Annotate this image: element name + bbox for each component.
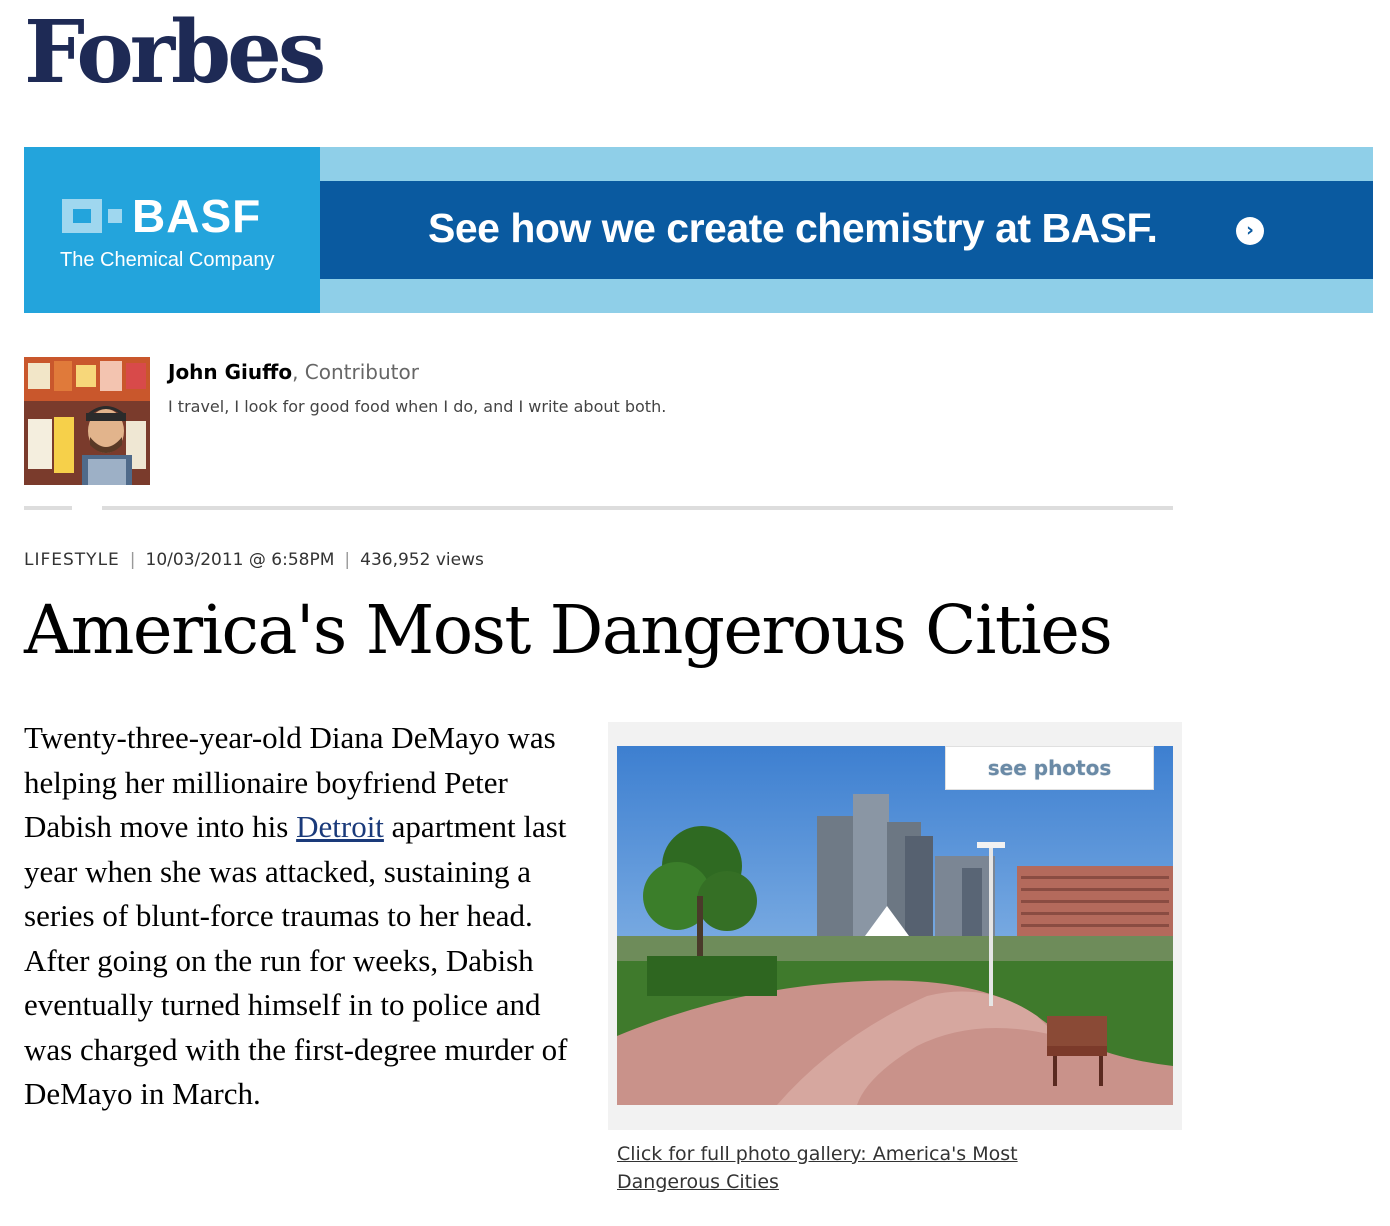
basf-square-icon <box>62 199 102 233</box>
article-body: Twenty-three-year-old Diana DeMayo was h… <box>24 716 584 1117</box>
article-headline: America's Most Dangerous Cities <box>24 591 1113 669</box>
gallery-caption-link[interactable]: Click for full photo gallery: America's … <box>617 1140 1087 1196</box>
avatar-image <box>24 357 150 485</box>
gallery-photo[interactable] <box>617 746 1173 1105</box>
meta-separator: | <box>344 550 351 570</box>
divider-short <box>24 506 72 510</box>
detroit-link[interactable]: Detroit <box>296 809 384 844</box>
basf-dot-icon <box>108 209 122 223</box>
view-count: 436,952 views <box>360 550 484 570</box>
body-text-part: apartment last year when she was attacke… <box>24 809 568 1111</box>
see-photos-button[interactable]: see photos <box>945 746 1154 790</box>
detroit-skyline-image <box>617 746 1173 1105</box>
channel-link[interactable]: LIFESTYLE <box>24 550 120 570</box>
divider-long <box>102 506 1173 510</box>
ad-brand-panel: BASF The Chemical Company <box>24 147 320 313</box>
ad-tagline[interactable]: See how we create chemistry at BASF. <box>428 205 1158 252</box>
chevron-right-icon[interactable]: › <box>1236 217 1264 245</box>
author-role: , Contributor <box>292 360 419 384</box>
author-avatar[interactable] <box>24 357 150 485</box>
article-meta: LIFESTYLE | 10/03/2011 @ 6:58PM | 436,952 vi… <box>24 550 484 570</box>
article-date: 10/03/2011 @ 6:58PM <box>145 550 335 570</box>
forbes-logo[interactable]: Forbes <box>24 10 326 96</box>
basf-ad-banner[interactable]: BASF The Chemical Company See how we cre… <box>24 147 1373 313</box>
meta-separator: | <box>129 550 136 570</box>
basf-logo: BASF <box>62 193 261 239</box>
author-name[interactable]: John Giuffo <box>168 360 292 384</box>
author-byline: John Giuffo, Contributor <box>168 360 419 384</box>
ad-company-name: The Chemical Company <box>60 249 275 271</box>
basf-logo-text: BASF <box>132 190 262 242</box>
author-bio: I travel, I look for good food when I do… <box>168 397 667 416</box>
